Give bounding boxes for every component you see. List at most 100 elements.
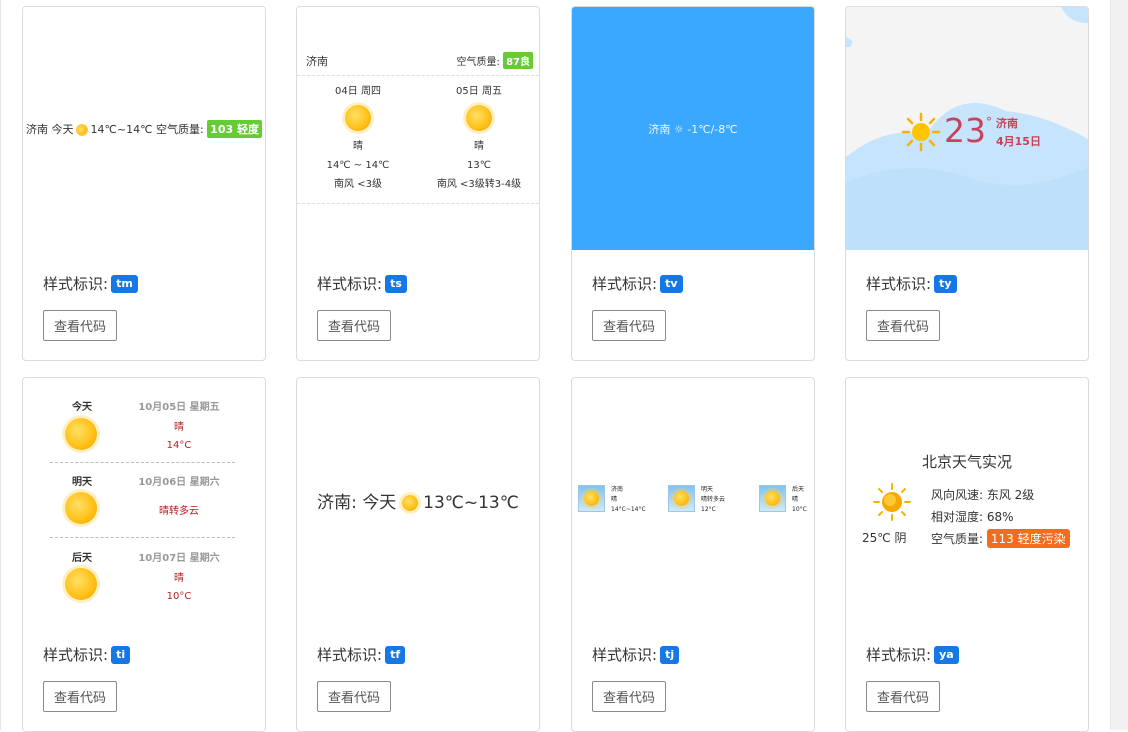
weather-preview-tm: 济南 今天 14℃~14℃ 空气质量: 103 轻度 xyxy=(23,7,265,250)
style-label-text: 样式标识: xyxy=(866,275,932,293)
style-badge: tm xyxy=(111,274,138,293)
tj-item-title: 明天 xyxy=(701,486,714,493)
weather-icon-box xyxy=(759,485,786,512)
weather-icon-box xyxy=(668,485,695,512)
style-label-text: 样式标识: xyxy=(43,275,109,293)
tf-city: 济南: xyxy=(317,493,357,513)
ti-day-label: 后天 xyxy=(72,553,92,564)
tf-temp: 13℃~13℃ xyxy=(423,493,519,513)
ya-aqi-badge: 113 轻度污染 xyxy=(986,529,1070,548)
sun-icon xyxy=(901,112,941,152)
style-label-text: 样式标识: xyxy=(43,646,109,664)
ts-weather: 晴 xyxy=(474,141,484,152)
tv-weather-line: 济南 ☼ -1℃/-8℃ xyxy=(648,123,738,136)
view-code-button[interactable]: 查看代码 xyxy=(43,681,117,712)
scrollbar[interactable] xyxy=(1110,0,1128,730)
tj-item-temp: 12°C xyxy=(701,506,716,513)
ts-day-1: 04日 周四 晴 14℃ ~ 14℃ 南风 <3级 xyxy=(298,82,418,194)
ti-date: 10月05日 星期五 xyxy=(138,402,220,413)
style-label: 样式标识: tm xyxy=(43,273,138,294)
tm-aqi-badge: 103 轻度 xyxy=(207,120,262,138)
tj-item-3: 后天 晴 10°C xyxy=(792,485,807,515)
weather-preview-ti: 今天 10月05日 星期五 晴 14°C 明天 10月06日 星期六 晴转多云 … xyxy=(23,378,265,621)
tj-item-1: 济南 晴 14°C~14°C xyxy=(611,485,646,515)
tj-item-title: 济南 xyxy=(611,486,624,493)
style-label: 样式标识: ty xyxy=(866,273,957,294)
view-code-button[interactable]: 查看代码 xyxy=(43,310,117,341)
tm-weather-line: 济南 今天 14℃~14℃ 空气质量: 103 轻度 xyxy=(23,120,265,138)
divider xyxy=(297,75,539,76)
view-code-button[interactable]: 查看代码 xyxy=(866,681,940,712)
ts-wind: 南风 <3级 xyxy=(334,179,382,190)
weather-icon-box xyxy=(578,485,605,512)
ya-aqi: 空气质量: 113 轻度污染 xyxy=(931,529,1070,548)
sun-icon xyxy=(401,495,418,511)
style-label: 样式标识: ti xyxy=(43,644,131,665)
style-badge: tj xyxy=(660,645,680,664)
ts-date: 05日 周五 xyxy=(456,86,502,97)
ya-temp: 25℃ 阴 xyxy=(862,531,907,545)
ti-day-label: 明天 xyxy=(72,477,92,488)
ts-wind: 南风 <3级转3-4级 xyxy=(436,179,522,190)
tj-item-title: 后天 xyxy=(792,486,805,493)
sun-icon xyxy=(466,105,492,131)
ya-humidity: 相对湿度: 68% xyxy=(931,510,1014,524)
ti-temp: 10°C xyxy=(166,591,192,602)
style-card-ti: 今天 10月05日 星期五 晴 14°C 明天 10月06日 星期六 晴转多云 … xyxy=(22,377,266,732)
ts-temp: 13℃ xyxy=(467,160,491,171)
ts-day-2: 05日 周五 晴 13℃ 南风 <3级转3-4级 xyxy=(419,82,539,194)
sun-icon xyxy=(584,491,599,506)
weather-preview-tv: 济南 ☼ -1℃/-8℃ xyxy=(572,7,814,250)
ti-day-label: 今天 xyxy=(72,402,92,413)
ty-temp: 23 xyxy=(944,111,986,150)
weather-preview-tf: 济南: 今天 13℃~13℃ xyxy=(297,378,539,621)
style-label: 样式标识: ts xyxy=(317,273,407,294)
style-label-text: 样式标识: xyxy=(317,646,383,664)
view-code-button[interactable]: 查看代码 xyxy=(317,681,391,712)
ti-weather: 晴 xyxy=(174,422,184,433)
ts-temp: 14℃ ~ 14℃ xyxy=(326,160,390,171)
view-code-button[interactable]: 查看代码 xyxy=(866,310,940,341)
tj-item-weather: 晴 xyxy=(611,496,618,503)
weather-preview-ts: 济南 空气质量: 87良 04日 周四 晴 14℃ ~ 14℃ 南风 <3级 0… xyxy=(297,7,539,250)
left-border xyxy=(0,0,1,730)
style-card-ts: 济南 空气质量: 87良 04日 周四 晴 14℃ ~ 14℃ 南风 <3级 0… xyxy=(296,6,540,361)
ts-city: 济南 xyxy=(306,55,328,68)
tj-item-weather: 晴 xyxy=(792,496,799,503)
style-label: 样式标识: ya xyxy=(866,644,959,665)
sun-icon xyxy=(65,568,97,600)
style-label-text: 样式标识: xyxy=(592,646,658,664)
sun-icon xyxy=(65,418,97,450)
tm-day: 今天 xyxy=(51,123,74,136)
style-card-tv: 济南 ☼ -1℃/-8℃ 样式标识: tv 查看代码 xyxy=(571,6,815,361)
style-label: 样式标识: tj xyxy=(592,644,680,665)
ty-degree: ° xyxy=(986,115,992,129)
style-badge: tv xyxy=(660,274,683,293)
ya-title: 北京天气实况 xyxy=(921,453,1012,471)
tj-item-temp: 14°C~14°C xyxy=(611,506,646,513)
tj-item-temp: 10°C xyxy=(792,506,807,513)
divider xyxy=(50,537,235,538)
style-label: 样式标识: tv xyxy=(592,273,683,294)
divider xyxy=(297,203,539,204)
style-badge: ya xyxy=(934,645,959,664)
ty-city: 济南 xyxy=(996,117,1018,130)
view-code-button[interactable]: 查看代码 xyxy=(592,681,666,712)
tm-aqi-label: 空气质量: xyxy=(155,123,204,136)
view-code-button[interactable]: 查看代码 xyxy=(592,310,666,341)
weather-preview-ya: 北京天气实况 25℃ 阴 风向风速: 东风 2级 相对湿度: 68% 空气质量:… xyxy=(846,378,1088,621)
sun-icon xyxy=(674,491,689,506)
ti-temp: 14°C xyxy=(166,440,192,451)
style-label-text: 样式标识: xyxy=(866,646,932,664)
style-card-ty: 23 ° 济南 4月15日 样式标识: ty 查看代码 xyxy=(845,6,1089,361)
style-label-text: 样式标识: xyxy=(317,275,383,293)
view-code-button[interactable]: 查看代码 xyxy=(317,310,391,341)
style-label-text: 样式标识: xyxy=(592,275,658,293)
tf-weather-line: 济南: 今天 13℃~13℃ xyxy=(297,488,539,513)
style-card-tf: 济南: 今天 13℃~13℃ 样式标识: tf 查看代码 xyxy=(296,377,540,732)
style-label: 样式标识: tf xyxy=(317,644,406,665)
divider xyxy=(50,462,235,463)
ts-weather: 晴 xyxy=(353,141,363,152)
style-badge: ti xyxy=(111,645,131,664)
style-badge: ty xyxy=(934,274,957,293)
